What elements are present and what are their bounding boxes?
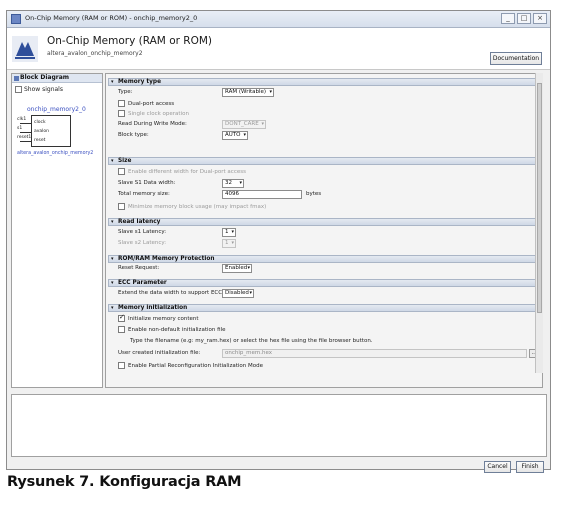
reset-request-select[interactable]: Enabled ▾ [222, 264, 252, 273]
ip-header: On-Chip Memory (RAM or ROM) altera_avalo… [7, 28, 550, 70]
diff-width-checkbox[interactable] [118, 168, 125, 175]
component-type: altera_avalon_onchip_memory2 [17, 151, 94, 156]
maximize-button[interactable]: □ [517, 13, 531, 24]
single-clock-row: Single clock operation [118, 110, 189, 117]
cancel-button[interactable]: Cancel [484, 461, 511, 473]
parameters-scrollbar[interactable] [535, 73, 543, 373]
s2-latency-label: Slave s2 Latency: [118, 240, 167, 246]
init-content-row[interactable]: Initialize memory content [118, 313, 199, 322]
user-file-label: User created initialization file: [118, 350, 201, 356]
parameters-panel: ▾ Memory type Type: RAM (Writable) ▾ Dual-… [105, 73, 543, 388]
rdw-label: Read During Write Mode: [118, 121, 187, 127]
title-bar: On-Chip Memory (RAM or ROM) - onchip_mem… [7, 11, 550, 28]
init-instruction: Type the filename (e.g: my_ram.hex) or s… [130, 338, 373, 344]
reset-request-label: Reset Request: [118, 265, 160, 271]
type-label: Type: [118, 89, 133, 95]
minimize-checkbox[interactable] [118, 203, 125, 210]
minimize-row[interactable]: Minimize memory block usage (may impact … [118, 203, 266, 210]
minimize-button[interactable]: _ [501, 13, 515, 24]
messages-area [11, 394, 547, 457]
s1-latency-label: Slave s1 Latency: [118, 229, 167, 235]
section-size[interactable]: ▾ Size [108, 157, 540, 165]
user-file-input[interactable]: onchip_mem.hex [222, 349, 527, 358]
ip-subtitle: altera_avalon_onchip_memory2 [47, 50, 143, 57]
block-type-select[interactable]: AUTO ▾ [222, 131, 248, 140]
ip-parameter-window: On-Chip Memory (RAM or ROM) - onchip_mem… [6, 10, 551, 473]
dual-port-row[interactable]: Dual-port access [118, 100, 174, 107]
section-memory-init[interactable]: ▾ Memory initialization [108, 304, 540, 312]
ip-title: On-Chip Memory (RAM or ROM) [47, 35, 212, 47]
section-memory-type[interactable]: ▾ Memory type [108, 78, 540, 86]
pin-clk1: clk1 [17, 117, 27, 122]
port-reset: reset [34, 138, 46, 143]
partial-reconfig-checkbox[interactable] [118, 362, 125, 369]
non-default-checkbox[interactable] [118, 326, 125, 333]
port-clock: clock [34, 120, 46, 125]
init-content-checkbox[interactable] [118, 313, 125, 322]
finish-button[interactable]: Finish [516, 461, 544, 473]
diff-width-row[interactable]: Enable different width for Dual-port acc… [118, 168, 246, 175]
non-default-row[interactable]: Enable non-default initialization file [118, 326, 225, 333]
dual-port-checkbox[interactable] [118, 100, 125, 107]
pin-reset1: reset1 [17, 135, 32, 140]
block-type-label: Block type: [118, 132, 149, 138]
section-ecc[interactable]: ▾ ECC Parameter [108, 279, 540, 287]
component-body: clock avalon reset [31, 115, 71, 147]
documentation-button[interactable]: Documentation [490, 52, 542, 65]
total-size-input[interactable]: 4096 [222, 190, 302, 199]
s1-latency-select[interactable]: 1 ▾ [222, 228, 236, 237]
component-block: onchip_memory2_0 clk1 s1 reset1 clock av… [17, 106, 99, 158]
block-diagram-panel: Block Diagram Show signals onchip_memory… [11, 73, 103, 388]
figure-caption: Rysunek 7. Konfiguracja RAM [7, 474, 242, 490]
show-signals-row[interactable]: Show signals [15, 86, 102, 93]
pin-s1: s1 [17, 126, 23, 131]
block-diagram-header: Block Diagram [12, 74, 102, 83]
rdw-select: DONT_CARE ▾ [222, 120, 266, 129]
close-button[interactable]: × [533, 13, 547, 24]
section-rom-ram-protection[interactable]: ▾ ROM/RAM Memory Protection [108, 255, 540, 263]
show-signals-checkbox[interactable] [15, 86, 22, 93]
partial-reconfig-row[interactable]: Enable Partial Reconfiguration Initializ… [118, 362, 263, 369]
altera-logo-icon [12, 36, 38, 62]
instance-name: onchip_memory2_0 [27, 106, 86, 113]
ecc-extend-label: Extend the data width to support ECC bit… [118, 290, 236, 296]
scrollbar-thumb[interactable] [537, 83, 542, 313]
s2-latency-select: 1 ▾ [222, 239, 236, 248]
data-width-label: Slave S1 Data width: [118, 180, 176, 186]
port-avalon: avalon [34, 129, 50, 134]
data-width-select[interactable]: 32 ▾ [222, 179, 244, 188]
total-size-unit: bytes [306, 191, 322, 197]
total-size-label: Total memory size: [118, 191, 170, 197]
app-icon [11, 14, 21, 24]
type-select[interactable]: RAM (Writable) ▾ [222, 88, 274, 97]
single-clock-checkbox [118, 110, 125, 117]
section-read-latency[interactable]: ▾ Read latency [108, 218, 540, 226]
show-signals-label: Show signals [24, 86, 63, 93]
ecc-extend-select[interactable]: Disabled ▾ [222, 289, 254, 298]
window-title: On-Chip Memory (RAM or ROM) - onchip_mem… [25, 14, 198, 22]
